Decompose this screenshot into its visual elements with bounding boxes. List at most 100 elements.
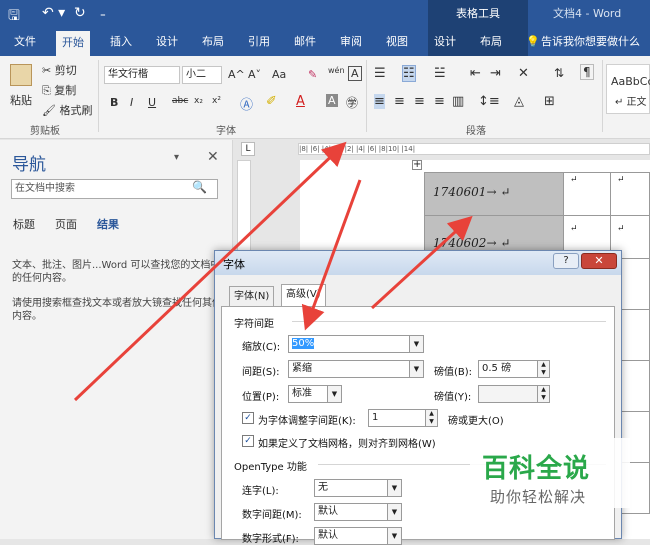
spacing-by-spinner[interactable]: 0.5 磅 ▲ ▼ bbox=[478, 360, 550, 378]
spacing-by-value: 0.5 磅 bbox=[482, 363, 512, 374]
divider bbox=[292, 321, 606, 322]
line-spacing-icon[interactable]: ↕≡ bbox=[478, 94, 500, 109]
position-combo[interactable]: 标准 ▼ bbox=[288, 385, 342, 403]
undo-icon[interactable]: ↶ ▾ bbox=[42, 5, 65, 21]
spinner-arrows-icon[interactable]: ▲ ▼ bbox=[537, 361, 549, 377]
number-forms-combo[interactable]: 默认 ▼ bbox=[314, 527, 402, 545]
tab-font[interactable]: 字体(N) bbox=[229, 286, 275, 306]
close-button[interactable]: ✕ bbox=[581, 253, 617, 269]
text-effects-icon[interactable]: Ⓐ bbox=[240, 94, 253, 113]
borders-icon[interactable]: ⊞ bbox=[544, 94, 555, 109]
enclose-char-icon[interactable]: ㊫ bbox=[346, 94, 358, 111]
bullets-icon[interactable]: ☰ bbox=[374, 66, 386, 81]
tab-insert[interactable]: 插入 bbox=[110, 28, 132, 56]
tab-references[interactable]: 引用 bbox=[248, 28, 270, 56]
nav-options-icon[interactable]: ▾ bbox=[174, 152, 179, 163]
search-input[interactable]: 在文档中搜索 bbox=[11, 179, 218, 199]
distributed-icon[interactable]: ▥ bbox=[452, 94, 464, 109]
chevron-down-icon[interactable]: ▼ bbox=[409, 361, 423, 377]
kerning-checkbox[interactable]: ✓ bbox=[242, 412, 254, 424]
number-spacing-combo[interactable]: 默认 ▼ bbox=[314, 503, 402, 521]
bold-button[interactable]: B bbox=[110, 96, 118, 109]
clear-format-icon[interactable]: ✎ bbox=[308, 68, 317, 81]
tab-review[interactable]: 审阅 bbox=[340, 28, 362, 56]
chinese-layout-icon[interactable]: ✕ bbox=[518, 66, 529, 81]
font-color-icon[interactable]: A bbox=[296, 94, 305, 109]
numbering-icon[interactable]: ☷ bbox=[402, 65, 416, 82]
grow-font-icon[interactable]: A^ bbox=[228, 68, 245, 81]
justify-icon[interactable]: ≡ bbox=[434, 94, 445, 109]
snap-to-grid-checkbox[interactable]: ✓ bbox=[242, 435, 254, 447]
table-cell[interactable]: ↵ bbox=[610, 172, 650, 216]
table-cell[interactable]: 1740601→ ↵ bbox=[424, 172, 564, 216]
save-icon[interactable]: 🖫 bbox=[8, 5, 20, 29]
spinner-arrows-icon[interactable]: ▲ ▼ bbox=[537, 386, 549, 402]
tab-file[interactable]: 文件 bbox=[14, 28, 36, 56]
table-move-handle[interactable]: + bbox=[412, 160, 422, 170]
style-gallery[interactable]: AaBbCc ↵ 正文 bbox=[606, 64, 650, 114]
tab-advanced[interactable]: 高级(V) bbox=[281, 284, 326, 307]
watermark-title: 百科全说 bbox=[482, 454, 591, 484]
shading-icon[interactable]: ◬ bbox=[514, 94, 524, 109]
align-center-icon[interactable]: ≡ bbox=[394, 94, 405, 109]
chevron-down-icon[interactable]: ▼ bbox=[327, 386, 341, 402]
subscript-button[interactable]: x₂ bbox=[194, 96, 203, 106]
tab-mailings[interactable]: 邮件 bbox=[294, 28, 316, 56]
redo-icon[interactable]: ↻ bbox=[74, 5, 86, 21]
tab-table-layout[interactable]: 布局 bbox=[480, 28, 502, 56]
font-size-combo[interactable]: 小二 bbox=[182, 66, 222, 84]
underline-button[interactable]: U bbox=[148, 96, 156, 109]
tab-layout[interactable]: 布局 bbox=[202, 28, 224, 56]
phonetic-guide-icon[interactable]: wén bbox=[328, 66, 345, 75]
tab-design[interactable]: 设计 bbox=[156, 28, 178, 56]
dialog-title-bar[interactable]: 字体 ? ✕ bbox=[215, 251, 621, 275]
increase-indent-icon[interactable]: ⇥ bbox=[490, 66, 501, 81]
tab-headings[interactable]: 标题 bbox=[13, 216, 35, 232]
tab-pages[interactable]: 页面 bbox=[55, 216, 77, 232]
tab-view[interactable]: 视图 bbox=[386, 28, 408, 56]
paste-icon[interactable] bbox=[10, 64, 32, 86]
font-name-combo[interactable]: 华文行楷 bbox=[104, 66, 180, 84]
search-icon[interactable]: 🔍 bbox=[192, 180, 207, 194]
char-shading-icon[interactable]: A bbox=[326, 94, 338, 107]
show-marks-icon[interactable]: ¶ bbox=[580, 64, 594, 80]
format-painter-button[interactable]: 🖌 格式刷 bbox=[42, 102, 92, 118]
help-button[interactable]: ? bbox=[553, 253, 579, 269]
align-right-icon[interactable]: ≡ bbox=[414, 94, 425, 109]
position-by-spinner[interactable]: ▲ ▼ bbox=[478, 385, 550, 403]
sort-icon[interactable]: ⇅ bbox=[554, 66, 564, 80]
align-left-icon[interactable]: ≡ bbox=[374, 94, 385, 109]
tell-me-box[interactable]: 告诉我你想要做什么 bbox=[541, 28, 640, 56]
chevron-down-icon[interactable]: ▼ bbox=[387, 504, 401, 520]
tab-table-design[interactable]: 设计 bbox=[434, 28, 456, 56]
chevron-down-icon[interactable]: ▼ bbox=[387, 480, 401, 496]
cut-button[interactable]: ✂ 剪切 bbox=[42, 62, 77, 78]
char-border-icon[interactable]: A bbox=[348, 66, 362, 81]
change-case-icon[interactable]: Aa bbox=[272, 68, 286, 81]
horizontal-ruler[interactable]: |8| |6| |4| |2| |2| |4| |6| |8|10| |14| bbox=[298, 143, 650, 155]
tab-selector[interactable]: L bbox=[241, 142, 255, 156]
italic-button[interactable]: I bbox=[130, 96, 133, 109]
copy-button[interactable]: ⎘ 复制 bbox=[42, 82, 76, 98]
separator bbox=[602, 60, 603, 132]
close-icon[interactable]: ✕ bbox=[207, 149, 219, 165]
chevron-down-icon[interactable]: ▼ bbox=[387, 528, 401, 544]
tab-results[interactable]: 结果 bbox=[97, 216, 119, 232]
spacing-combo[interactable]: 紧缩 ▼ bbox=[288, 360, 424, 378]
table-cell[interactable]: ↵ bbox=[563, 172, 611, 216]
chevron-down-icon[interactable]: ▼ bbox=[409, 336, 423, 352]
ligatures-combo[interactable]: 无 ▼ bbox=[314, 479, 402, 497]
shrink-font-icon[interactable]: A˅ bbox=[248, 68, 261, 81]
multilevel-list-icon[interactable]: ☱ bbox=[434, 66, 446, 81]
position-by-label: 磅值(Y): bbox=[434, 392, 472, 403]
scale-combo[interactable]: 50% ▼ bbox=[288, 335, 424, 353]
tab-home[interactable]: 开始 bbox=[56, 31, 90, 56]
decrease-indent-icon[interactable]: ⇤ bbox=[470, 66, 481, 81]
strikethrough-button[interactable]: abc bbox=[172, 96, 188, 106]
paste-button[interactable]: 粘贴 bbox=[10, 92, 32, 108]
customize-qa-icon[interactable]: ₌ bbox=[100, 7, 106, 20]
superscript-button[interactable]: x² bbox=[212, 96, 221, 106]
kerning-spinner[interactable]: 1 ▲ ▼ bbox=[368, 409, 438, 427]
highlight-icon[interactable]: ✐ bbox=[266, 94, 277, 109]
spinner-arrows-icon[interactable]: ▲ ▼ bbox=[425, 410, 437, 426]
